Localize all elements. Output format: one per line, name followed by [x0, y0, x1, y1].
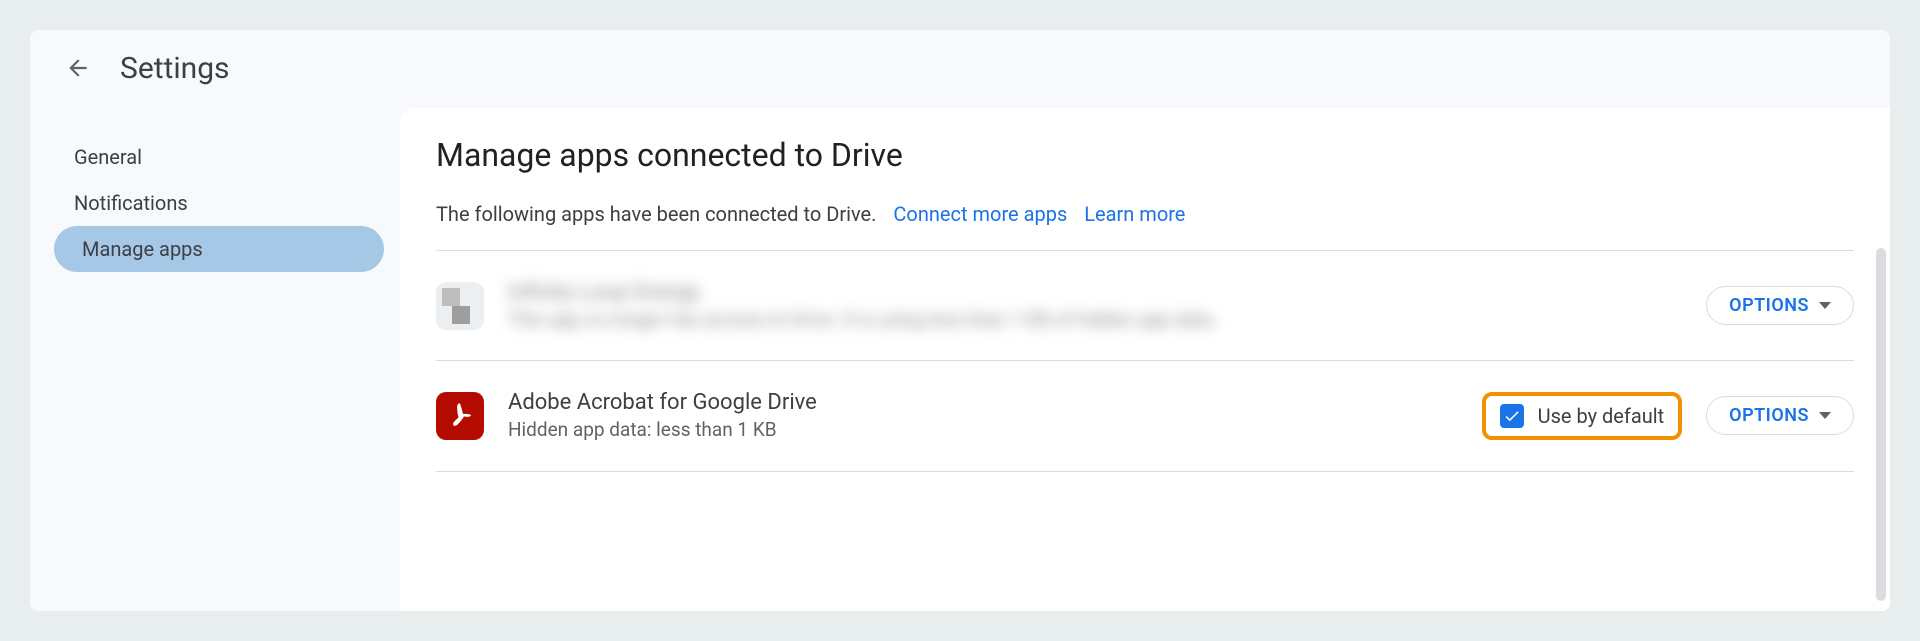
page-title: Manage apps connected to Drive [436, 136, 1854, 174]
app-text: Adobe Acrobat for Google Drive Hidden ap… [508, 389, 1458, 442]
options-label: OPTIONS [1729, 405, 1809, 426]
use-by-default-highlight: Use by default [1482, 392, 1683, 440]
scrollbar[interactable] [1876, 248, 1886, 601]
subtitle-text: The following apps have been connected t… [436, 202, 876, 226]
app-name: Infinity Loop Energy [508, 279, 1682, 308]
dialog-title: Settings [120, 51, 230, 86]
subtitle-row: The following apps have been connected t… [436, 202, 1854, 226]
sidebar-item-label: General [74, 145, 142, 169]
app-subtext: This app no longer has access to Drive. … [508, 308, 1682, 333]
back-button[interactable] [58, 48, 98, 88]
app-subtext: Hidden app data: less than 1 KB [508, 418, 1458, 443]
sidebar-item-manage-apps[interactable]: Manage apps [54, 226, 384, 272]
learn-more-link[interactable]: Learn more [1084, 202, 1185, 226]
app-icon [436, 282, 484, 330]
settings-sidebar: General Notifications Manage apps [30, 100, 400, 611]
options-button[interactable]: OPTIONS [1706, 286, 1854, 325]
settings-dialog: Settings General Notifications Manage ap… [30, 30, 1890, 611]
app-row: Infinity Loop Energy This app no longer … [436, 251, 1854, 360]
caret-down-icon [1819, 412, 1831, 419]
use-by-default-label: Use by default [1538, 404, 1665, 428]
app-text: Infinity Loop Energy This app no longer … [508, 279, 1682, 332]
sidebar-item-label: Notifications [74, 191, 188, 215]
acrobat-icon [436, 392, 484, 440]
app-row: Adobe Acrobat for Google Drive Hidden ap… [436, 361, 1854, 470]
sidebar-item-label: Manage apps [82, 237, 203, 261]
use-by-default-checkbox[interactable] [1500, 404, 1524, 428]
caret-down-icon [1819, 302, 1831, 309]
arrow-left-icon [65, 55, 91, 81]
check-icon [1503, 407, 1521, 425]
divider [436, 471, 1854, 472]
dialog-body: General Notifications Manage apps Manage… [30, 100, 1890, 611]
sidebar-item-general[interactable]: General [30, 134, 384, 180]
connect-more-apps-link[interactable]: Connect more apps [893, 202, 1067, 226]
dialog-header: Settings [30, 30, 1890, 100]
app-name: Adobe Acrobat for Google Drive [508, 389, 1458, 418]
options-label: OPTIONS [1729, 295, 1809, 316]
main-panel: Manage apps connected to Drive The follo… [400, 108, 1890, 611]
sidebar-item-notifications[interactable]: Notifications [30, 180, 384, 226]
pdf-icon [445, 401, 475, 431]
options-button[interactable]: OPTIONS [1706, 396, 1854, 435]
